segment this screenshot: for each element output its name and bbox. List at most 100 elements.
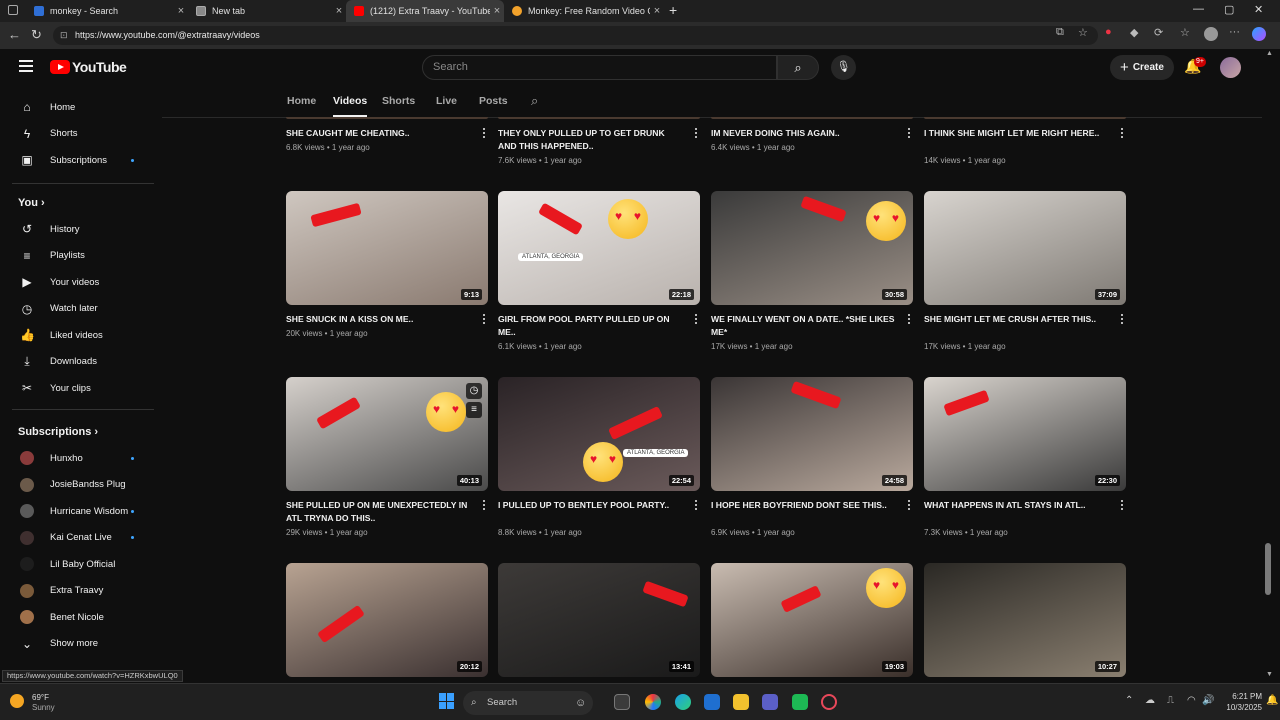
close-tab-icon[interactable]: ×	[174, 5, 188, 17]
sidebar-item-your-clips[interactable]: ✂ Your clips	[0, 375, 154, 401]
add-to-queue-icon[interactable]: ≡	[466, 402, 482, 418]
volume-icon[interactable]: 🔊	[1202, 695, 1214, 706]
scrollbar-thumb[interactable]	[1265, 543, 1271, 595]
sidebar-item-home[interactable]: ⌂ Home	[0, 94, 154, 120]
tab-videos[interactable]: Videos	[333, 95, 367, 107]
favorite-star-icon[interactable]: ☆	[1078, 26, 1088, 39]
tab-actions-icon[interactable]	[8, 5, 18, 15]
video-title[interactable]: I PULLED UP TO BENTLEY POOL PARTY..	[498, 499, 683, 512]
avatar[interactable]	[1220, 57, 1241, 78]
reload-icon[interactable]: ↻	[31, 27, 42, 43]
close-tab-icon[interactable]: ×	[490, 5, 504, 17]
video-options-icon[interactable]	[693, 128, 699, 140]
video-options-icon[interactable]	[906, 314, 912, 326]
video-thumbnail[interactable]: 13:41	[498, 563, 700, 677]
sidebar-item-hunxho[interactable]: Hunxho	[0, 445, 154, 471]
address-bar[interactable]: ⊡ https://www.youtube.com/@extratraavy/v…	[53, 26, 1098, 45]
watch-later-icon[interactable]: ◷	[466, 383, 482, 399]
video-title[interactable]: GIRL FROM POOL PARTY PULLED UP ON ME..	[498, 313, 683, 339]
search-button[interactable]: ⌕	[777, 55, 819, 80]
browser-tab-search[interactable]: monkey - Search ×	[26, 0, 188, 22]
video-thumbnail[interactable]: 10:27	[924, 563, 1126, 677]
video-thumbnail-edge[interactable]	[498, 117, 700, 119]
sidebar-item-lil-baby-official[interactable]: Lil Baby Official	[0, 551, 154, 577]
video-title[interactable]: WE FINALLY WENT ON A DATE.. *SHE LIKES M…	[711, 313, 896, 339]
video-thumbnail[interactable]: 19:03	[711, 563, 913, 677]
sidebar-item-your-videos[interactable]: ▶ Your videos	[0, 269, 154, 295]
video-title[interactable]: WHAT HAPPENS IN ATL STAYS IN ATL..	[924, 499, 1109, 512]
hamburger-menu-icon[interactable]	[19, 60, 33, 75]
sidebar-item-kai-cenat-live[interactable]: Kai Cenat Live	[0, 525, 154, 551]
sidebar-you-header[interactable]: You ›	[18, 197, 45, 209]
sidebar-subscriptions-header[interactable]: Subscriptions ›	[18, 426, 98, 438]
notifications-icon[interactable]: 🔔	[1266, 695, 1278, 706]
video-title[interactable]: SHE PULLED UP ON ME UNEXPECTEDLY IN ATL …	[286, 499, 471, 525]
browser-tab-newtab[interactable]: New tab ×	[188, 0, 346, 22]
sidebar-item-liked-videos[interactable]: 👍 Liked videos	[0, 322, 154, 348]
task-view-icon[interactable]	[614, 694, 630, 710]
video-options-icon[interactable]	[693, 314, 699, 326]
tab-shorts[interactable]: Shorts	[382, 95, 415, 107]
store-icon[interactable]	[704, 694, 720, 710]
file-explorer-icon[interactable]	[733, 694, 749, 710]
profile-icon[interactable]	[1204, 27, 1218, 41]
sidebar-item-extra-traavy[interactable]: Extra Traavy	[0, 578, 154, 604]
taskbar-search[interactable]: ⌕ Search ☺	[463, 691, 593, 715]
close-tab-icon[interactable]: ×	[332, 5, 346, 17]
video-options-icon[interactable]	[906, 128, 912, 140]
video-thumbnail[interactable]: 24:58	[711, 377, 913, 491]
teams-icon[interactable]	[762, 694, 778, 710]
video-options-icon[interactable]	[481, 314, 487, 326]
sidebar-item-downloads[interactable]: ⤓ Downloads	[0, 349, 154, 375]
copilot-icon[interactable]	[1252, 27, 1266, 41]
youtube-logo[interactable]: YouTube	[50, 59, 127, 75]
onedrive-icon[interactable]: ☁	[1145, 695, 1155, 706]
video-title[interactable]: IM NEVER DOING THIS AGAIN..	[711, 127, 896, 140]
copilot-app-icon[interactable]	[645, 694, 661, 710]
video-thumbnail[interactable]: 30:58	[711, 191, 913, 305]
video-title[interactable]: SHE MIGHT LET ME CRUSH AFTER THIS..	[924, 313, 1109, 326]
show-hidden-icons-icon[interactable]: ⌃	[1125, 695, 1133, 706]
browser-tab-youtube[interactable]: (1212) Extra Traavy - YouTube ×	[346, 0, 504, 22]
site-info-icon[interactable]: ⊡	[60, 26, 68, 45]
windows-start-icon[interactable]	[439, 693, 455, 709]
scroll-down-icon[interactable]: ▼	[1266, 671, 1273, 678]
video-thumbnail[interactable]: ◷ ≡ 40:13	[286, 377, 488, 491]
video-thumbnail[interactable]: 20:12	[286, 563, 488, 677]
app-available-icon[interactable]: ⧉	[1056, 26, 1064, 39]
sidebar-item-history[interactable]: ↺ History	[0, 216, 154, 242]
restore-icon[interactable]: ▢	[1224, 3, 1234, 16]
sidebar-item-hurricane-wisdom[interactable]: Hurricane Wisdom	[0, 498, 154, 524]
video-thumbnail[interactable]: ATLANTA, GEORGIA 22:18	[498, 191, 700, 305]
video-thumbnail[interactable]: 22:30	[924, 377, 1126, 491]
opera-icon[interactable]	[821, 694, 837, 710]
video-thumbnail[interactable]: 37:09	[924, 191, 1126, 305]
extension-icon[interactable]: ●	[1105, 26, 1112, 38]
sidebar-item-benet-nicole[interactable]: Benet Nicole	[0, 604, 154, 630]
system-clock[interactable]: 6:21 PM 10/3/2025	[1222, 691, 1262, 713]
tab-posts[interactable]: Posts	[479, 95, 508, 107]
video-title[interactable]: I HOPE HER BOYFRIEND DONT SEE THIS..	[711, 499, 896, 512]
video-options-icon[interactable]	[906, 500, 912, 512]
usb-icon[interactable]: ⎍	[1167, 695, 1174, 706]
voice-search-icon[interactable]: 🎙	[831, 55, 856, 80]
sidebar-item-playlists[interactable]: ≡ Playlists	[0, 243, 154, 269]
video-thumbnail[interactable]: ATLANTA, GEORGIA 22:54	[498, 377, 700, 491]
sidebar-item-watch-later[interactable]: ◷ Watch later	[0, 296, 154, 322]
video-title[interactable]: SHE CAUGHT ME CHEATING..	[286, 127, 471, 140]
video-title[interactable]: I THINK SHE MIGHT LET ME RIGHT HERE..	[924, 127, 1109, 140]
sidebar-item-subscriptions[interactable]: ▣ Subscriptions	[0, 147, 154, 173]
tab-home[interactable]: Home	[287, 95, 316, 107]
refresh-extension-icon[interactable]: ⟳	[1154, 26, 1163, 39]
video-thumbnail-edge[interactable]	[924, 117, 1126, 119]
video-options-icon[interactable]	[1119, 128, 1125, 140]
video-options-icon[interactable]	[1119, 314, 1125, 326]
more-options-icon[interactable]: ···	[1229, 26, 1240, 38]
extension-2-icon[interactable]: ◆	[1130, 26, 1138, 39]
create-button[interactable]: + Create	[1110, 55, 1174, 80]
new-tab-plus-icon[interactable]: +	[669, 2, 677, 18]
search-input[interactable]: Search	[422, 55, 777, 80]
wifi-icon[interactable]: ◠	[1187, 695, 1196, 706]
sidebar-item-josiebandss-plug[interactable]: JosieBandss Plug	[0, 472, 154, 498]
channel-search-icon[interactable]: ⌕	[531, 93, 538, 109]
